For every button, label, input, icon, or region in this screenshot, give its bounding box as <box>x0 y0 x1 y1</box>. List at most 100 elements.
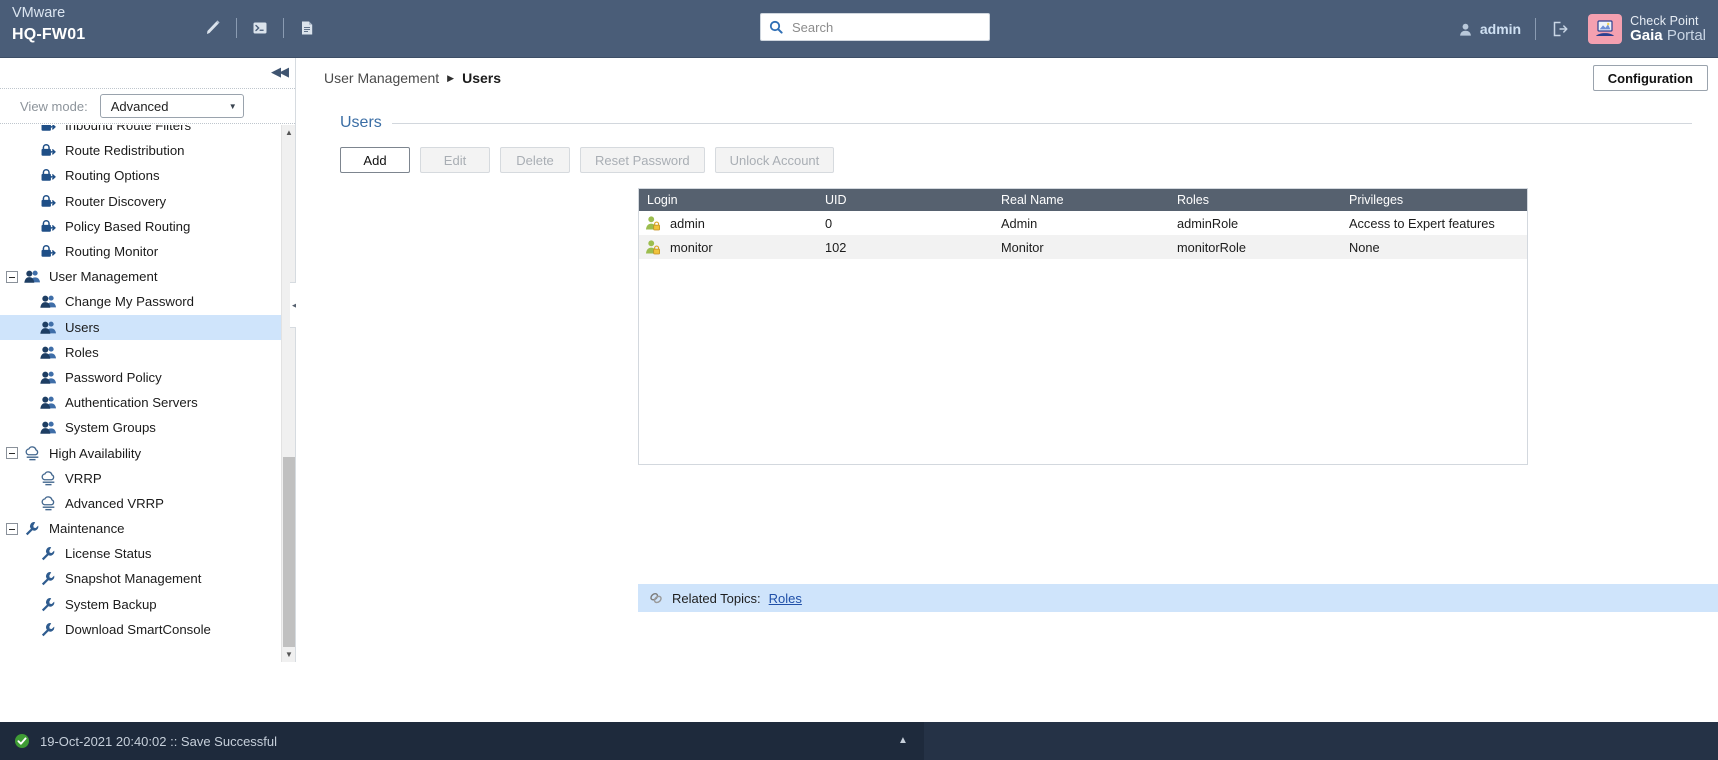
current-user-label: admin <box>1479 21 1522 37</box>
scroll-up-icon[interactable]: ▲ <box>282 125 296 140</box>
user-icon <box>1458 22 1473 37</box>
header-divider <box>283 18 284 38</box>
sidebar-scrollbar-thumb[interactable] <box>283 457 295 647</box>
sidebar-item-license-status[interactable]: License Status <box>0 541 282 566</box>
cell-roles: adminRole <box>1169 216 1341 231</box>
collapse-left-icon[interactable]: ◀◀ <box>271 64 289 80</box>
collapse-toggle-icon[interactable] <box>6 522 18 535</box>
sidebar-item-label: Maintenance <box>49 521 125 537</box>
cell-text: Monitor <box>1001 239 1044 255</box>
table-row[interactable]: admin 0 Admin adminRole Access to Expert fea… <box>639 211 1527 235</box>
users-icon <box>40 370 62 385</box>
sidebar-item-advanced-vrrp[interactable]: Advanced VRRP <box>0 491 282 516</box>
related-topics-label: Related Topics: <box>672 590 761 606</box>
sidebar-item-password-policy[interactable]: Password Policy <box>0 365 282 390</box>
collapse-toggle-icon[interactable] <box>6 270 18 283</box>
sidebar-item-label: Route Redistribution <box>65 143 185 159</box>
terminal-pencil-icon[interactable] <box>196 13 230 43</box>
unlock-account-button: Unlock Account <box>714 147 835 173</box>
sidebar-item-label: VRRP <box>65 470 102 486</box>
edit-button: Edit <box>420 147 490 173</box>
sidebar-item-snapshot-management[interactable]: Snapshot Management <box>0 566 282 591</box>
search-box[interactable] <box>760 13 990 41</box>
users-table: Login UID Real Name Roles Privileges admin 0 A… <box>638 188 1528 465</box>
column-header-login[interactable]: Login <box>639 193 817 207</box>
sidebar-item-label: Routing Monitor <box>65 244 159 260</box>
users-table-body: admin 0 Admin adminRole Access to Expert fea… <box>639 211 1527 259</box>
configuration-button[interactable]: Configuration <box>1592 65 1708 91</box>
sidebar-item-system-backup[interactable]: System Backup <box>0 592 282 617</box>
wrench-icon <box>40 622 62 637</box>
cell-text: None <box>1349 239 1380 255</box>
table-row[interactable]: monitor 102 Monitor monitorRole None <box>639 235 1527 259</box>
scroll-down-icon[interactable]: ▼ <box>282 647 296 662</box>
logout-icon[interactable] <box>1550 19 1570 39</box>
cell-text: adminRole <box>1177 215 1239 231</box>
cell-real-name: Monitor <box>993 240 1169 255</box>
wrench-icon <box>40 571 62 586</box>
route-lock-icon <box>40 244 62 259</box>
sidebar-item-system-groups[interactable]: System Groups <box>0 415 282 440</box>
status-expand-icon[interactable]: ▲ <box>898 735 908 746</box>
status-message: 19-Oct-2021 20:40:02 :: Save Successful <box>40 733 278 749</box>
sidebar-item-router-discovery[interactable]: Router Discovery <box>0 189 282 214</box>
users-icon <box>40 345 62 360</box>
sidebar-scrollbar[interactable]: ▲ ▼ <box>281 125 295 662</box>
sidebar-item-label: Users <box>65 319 100 335</box>
route-lock-icon <box>40 219 62 234</box>
delete-button: Delete <box>500 147 570 173</box>
sidebar-item-label: Snapshot Management <box>65 571 202 587</box>
gaia-portal-mark-icon <box>1588 13 1623 44</box>
cell-login: monitor <box>639 239 817 255</box>
sidebar-item-user-management[interactable]: User Management <box>0 264 282 289</box>
related-topics-link-roles[interactable]: Roles <box>769 591 802 606</box>
column-header-real-name[interactable]: Real Name <box>993 193 1169 207</box>
sidebar-item-label: High Availability <box>49 445 142 461</box>
breadcrumb-parent[interactable]: User Management <box>324 70 439 86</box>
add-button[interactable]: Add <box>340 147 410 173</box>
collapse-toggle-icon[interactable] <box>6 447 18 460</box>
users-icon <box>40 420 62 435</box>
sidebar-item-roles[interactable]: Roles <box>0 340 282 365</box>
sidebar-nav-scroll-area[interactable]: Inbound Route Filters Route Redistributio… <box>0 125 295 662</box>
sidebar-item-label: System Backup <box>65 596 157 612</box>
section-header: Users <box>340 114 1692 132</box>
sidebar-item-high-availability[interactable]: High Availability <box>0 440 282 465</box>
view-mode-select[interactable]: Advanced ▼ <box>99 94 244 118</box>
route-lock-icon <box>40 168 62 183</box>
users-icon <box>24 269 46 284</box>
sidebar-item-download-smartconsole[interactable]: Download SmartConsole <box>0 617 282 642</box>
route-lock-icon <box>40 143 62 158</box>
sidebar-item-routing-monitor[interactable]: Routing Monitor <box>0 239 282 264</box>
sidebar-item-policy-based-routing[interactable]: Policy Based Routing <box>0 214 282 239</box>
users-icon <box>40 320 62 335</box>
sidebar-item-label: Authentication Servers <box>65 395 198 411</box>
current-user[interactable]: admin <box>1458 21 1521 37</box>
top-header-bar: VMware HQ-FW01 Search admin Check Point … <box>0 0 1718 58</box>
sidebar-item-inbound-route-filters[interactable]: Inbound Route Filters <box>0 125 282 138</box>
header-divider <box>1535 18 1537 40</box>
document-icon[interactable] <box>290 13 324 43</box>
header-tool-group <box>196 13 324 43</box>
cell-privileges: Access to Expert features <box>1341 216 1527 231</box>
column-header-privileges[interactable]: Privileges <box>1341 193 1527 207</box>
view-mode-row: View mode: Advanced ▼ <box>0 88 295 124</box>
page-title: Users <box>340 114 382 131</box>
sidebar-item-change-my-password[interactable]: Change My Password <box>0 289 282 314</box>
search-input[interactable] <box>790 18 981 36</box>
breadcrumb-separator-icon: ▶ <box>447 72 455 83</box>
sidebar-item-authentication-servers[interactable]: Authentication Servers <box>0 390 282 415</box>
column-header-roles[interactable]: Roles <box>1169 193 1341 207</box>
cli-console-icon[interactable] <box>243 13 277 43</box>
sidebar-item-vrrp[interactable]: VRRP <box>0 466 282 491</box>
sidebar-item-users[interactable]: Users <box>0 314 282 340</box>
sidebar-item-route-redistribution[interactable]: Route Redistribution <box>0 138 282 163</box>
column-header-uid[interactable]: UID <box>817 193 993 207</box>
sidebar-item-routing-options[interactable]: Routing Options <box>0 163 282 188</box>
breadcrumb-current: Users <box>462 70 502 86</box>
cloud-icon <box>40 470 62 486</box>
sidebar-item-maintenance[interactable]: Maintenance <box>0 516 282 541</box>
logo-brand: Gaia <box>1630 26 1663 44</box>
user-lock-icon <box>645 215 662 231</box>
view-mode-value: Advanced <box>110 98 169 114</box>
